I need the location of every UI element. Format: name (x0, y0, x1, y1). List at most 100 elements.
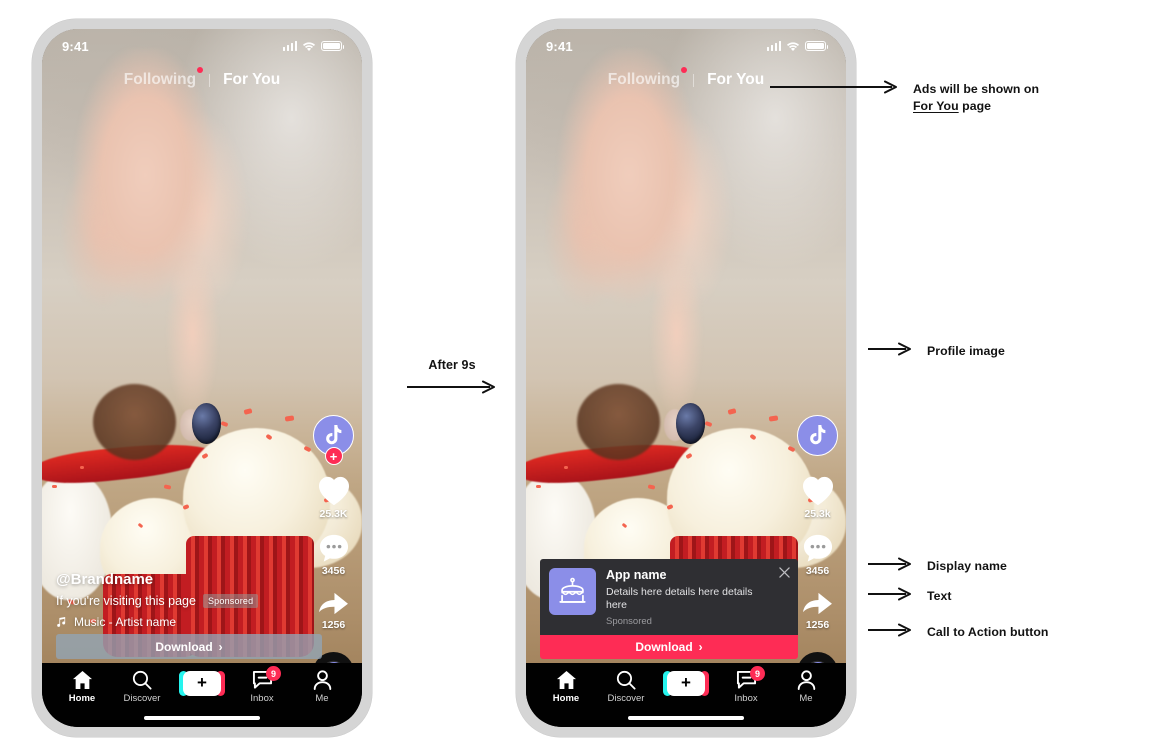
phone-screen-after: 9:41 Following For You 25.3k 3456 1256 A… (526, 29, 846, 727)
nav-item-home-after[interactable]: Home (541, 670, 591, 704)
status-time-after: 9:41 (546, 38, 573, 54)
annotation-for-you-line1: Ads will be shown on (913, 82, 1040, 96)
plus-glyph: + (197, 673, 207, 692)
tab-for-you-label-after: For You (707, 71, 765, 88)
chevron-right-icon: › (218, 639, 223, 654)
profile-avatar-before[interactable]: + (313, 415, 354, 465)
tiktok-note-icon (810, 425, 826, 445)
nav-label-discover-after: Discover (607, 693, 645, 704)
like-count-after: 25.3k (804, 508, 831, 520)
ad-app-name: App name (606, 567, 667, 582)
cellular-bars-icon (282, 41, 297, 51)
arrow-right-icon (868, 623, 911, 637)
tab-following-after[interactable]: Following (608, 67, 688, 89)
caption-description-row: If you're visiting this page Sponsored (56, 594, 288, 608)
annotation-for-you-underlined: For You (913, 98, 959, 113)
video-caption-block: @Brandname If you're visiting this page … (56, 571, 288, 629)
phone-mockup-after: 9:41 Following For You 25.3k 3456 1256 A… (516, 19, 856, 737)
tab-divider (209, 73, 211, 87)
wifi-icon (302, 41, 316, 51)
like-button-after[interactable]: 25.3k (801, 475, 835, 520)
nav-item-inbox-after[interactable]: 9 Inbox (721, 666, 771, 704)
arrow-right-icon (868, 587, 911, 601)
nav-item-discover[interactable]: Discover (117, 670, 167, 704)
tab-divider (693, 73, 695, 87)
ad-card: App name Details here details here detai… (540, 558, 798, 659)
comment-button-before[interactable]: 3456 (318, 533, 350, 577)
ad-details-text: Details here details here details here (606, 585, 753, 612)
brand-handle[interactable]: @Brandname (56, 571, 288, 588)
nav-label-me-after: Me (799, 693, 813, 704)
nav-item-discover-after[interactable]: Discover (601, 670, 651, 704)
app-icon (549, 567, 596, 615)
search-icon (132, 670, 152, 690)
action-rail-before: + 25.3K 3456 1256 (313, 415, 354, 631)
tab-for-you-label: For You (223, 71, 281, 88)
music-row[interactable]: Music - Artist name (56, 615, 288, 629)
nav-label-home: Home (68, 693, 96, 704)
annotation-display-name: Display name (868, 557, 1007, 575)
ad-sponsored-label: Sponsored (606, 616, 652, 627)
comment-count-before: 3456 (321, 565, 346, 577)
notification-dot-icon (681, 67, 688, 73)
nav-label-me: Me (315, 693, 329, 704)
nav-label-inbox-after: Inbox (734, 693, 758, 704)
status-bar-after: 9:41 (526, 29, 846, 63)
share-count-after: 1256 (805, 619, 830, 631)
nav-item-me[interactable]: Me (297, 670, 347, 704)
arrow-right-icon (868, 557, 911, 571)
create-plus-icon[interactable]: + (663, 671, 709, 696)
screenshot-canvas: 9:41 Following For You + 25.3K 3456 1256… (0, 0, 1162, 751)
tab-for-you[interactable]: For You (223, 71, 280, 89)
share-button-after[interactable]: 1256 (801, 590, 834, 631)
create-plus-icon[interactable]: + (179, 671, 225, 696)
battery-icon (805, 40, 829, 52)
like-button-before[interactable]: 25.3K (317, 475, 351, 520)
action-rail-after: 25.3k 3456 1256 (797, 415, 838, 631)
status-time: 9:41 (62, 38, 89, 54)
cake-icon (559, 577, 586, 603)
music-label: Music - Artist name (74, 615, 177, 629)
follow-plus-badge[interactable]: + (324, 447, 343, 465)
cta-button-ghost[interactable]: Download › (56, 634, 322, 659)
profile-avatar-after[interactable] (797, 415, 838, 456)
comment-count-after: 3456 (805, 565, 830, 577)
person-icon (797, 670, 815, 690)
comment-icon (803, 534, 832, 562)
wifi-icon (786, 41, 800, 51)
nav-item-inbox[interactable]: 9 Inbox (237, 666, 287, 704)
battery-icon (321, 40, 345, 52)
home-indicator (144, 716, 260, 720)
annotation-profile-image-text: Profile image (927, 344, 1005, 358)
ad-cta-button[interactable]: Download › (540, 635, 798, 659)
phone-mockup-before: 9:41 Following For You + 25.3K 3456 1256… (32, 19, 372, 737)
tab-following[interactable]: Following (123, 67, 204, 89)
nav-label-discover: Discover (123, 693, 161, 704)
annotation-for-you-line2-post: page (958, 98, 992, 113)
phone-screen-before: 9:41 Following For You + 25.3K 3456 1256… (42, 29, 362, 727)
plus-glyph: + (681, 673, 691, 692)
annotation-display-name-text: Display name (927, 559, 1007, 573)
close-icon[interactable] (779, 566, 790, 578)
arrow-right-icon (407, 380, 495, 394)
share-count-before: 1256 (321, 619, 346, 631)
tab-for-you-after[interactable]: For You (707, 71, 764, 89)
annotation-cta: Call to Action button (868, 623, 1049, 641)
like-count-before: 25.3K (319, 508, 348, 520)
home-indicator-after (628, 716, 744, 720)
share-arrow-icon (803, 592, 832, 615)
chevron-right-icon: › (698, 640, 703, 654)
share-button-before[interactable]: 1256 (317, 590, 350, 631)
comment-button-after[interactable]: 3456 (802, 533, 834, 577)
notification-dot-icon (197, 67, 204, 73)
inbox-badge: 9 (266, 666, 281, 681)
nav-item-create-after[interactable]: + (661, 670, 711, 696)
transition-label: After 9s (428, 358, 476, 372)
tab-following-label: Following (123, 71, 197, 88)
inbox-badge-after: 9 (750, 666, 765, 681)
nav-item-home[interactable]: Home (57, 670, 107, 704)
share-arrow-icon (319, 592, 348, 615)
annotation-text: Text (868, 587, 952, 605)
nav-item-create[interactable]: + (177, 670, 227, 696)
nav-item-me-after[interactable]: Me (781, 670, 831, 704)
